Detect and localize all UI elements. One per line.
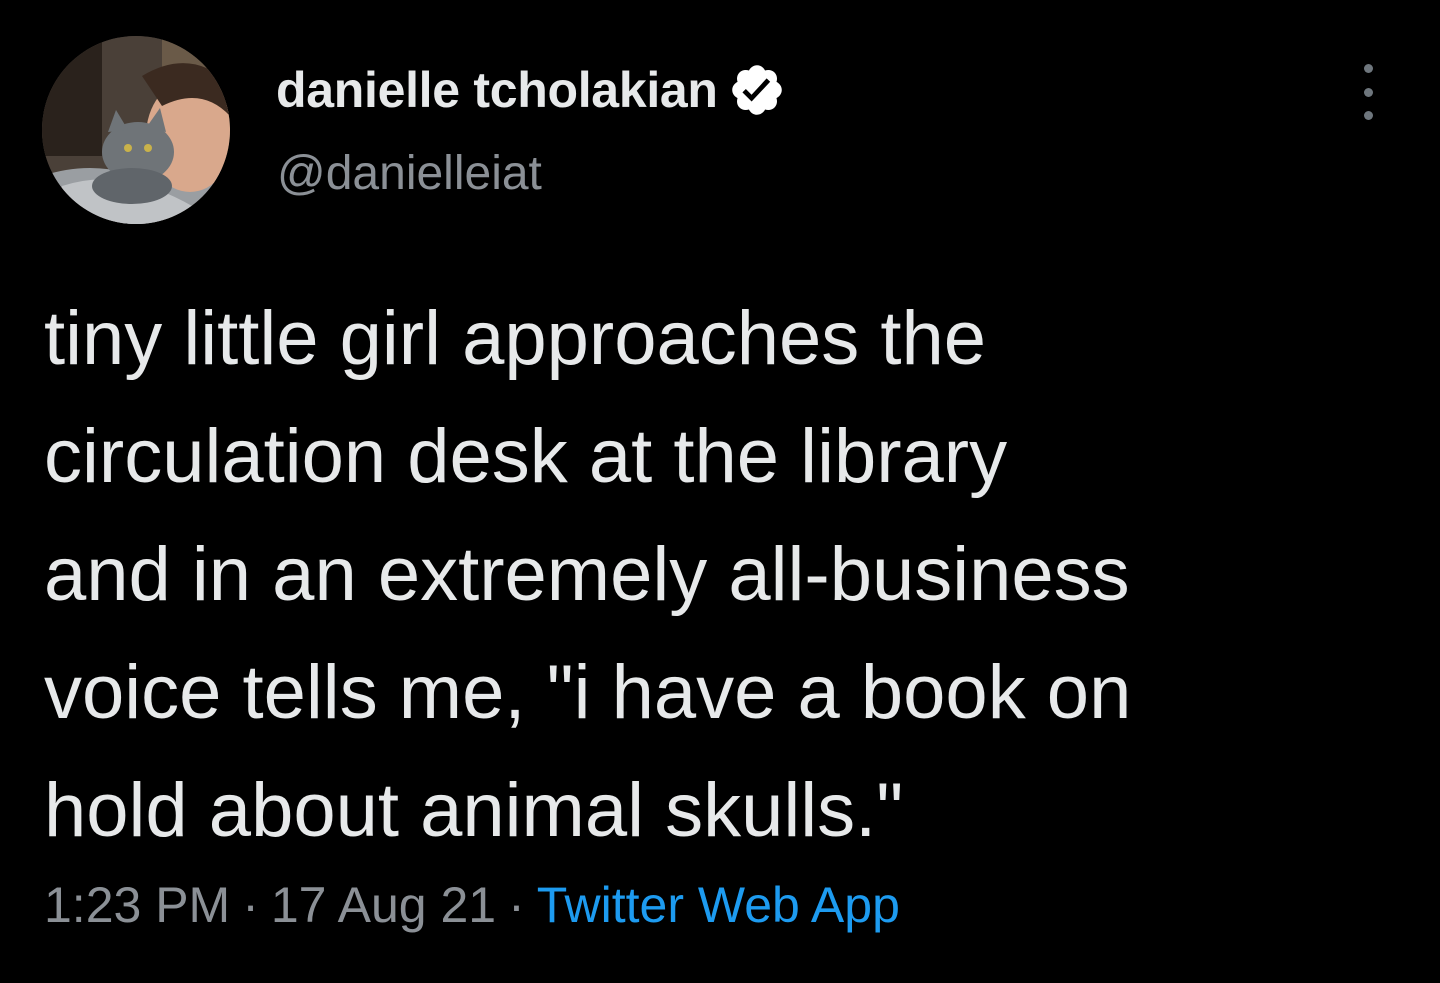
profile-photo-with-cat-icon [42, 36, 230, 224]
tweet-text-line: circulation desk at the library [44, 414, 1008, 499]
tweet-text-line: tiny little girl approaches the [44, 296, 987, 381]
tweet-date[interactable]: 17 Aug 21 [271, 877, 496, 933]
verified-badge-icon [731, 65, 782, 115]
tweet-text: tiny little girl approaches the circulat… [44, 280, 1424, 870]
more-dot [1363, 64, 1373, 73]
more-dot [1363, 111, 1373, 120]
tweet-time[interactable]: 1:23 PM [44, 877, 230, 933]
author-handle[interactable]: @danielleiat [277, 146, 542, 201]
tweet-text-line: and in an extremely all-business [44, 532, 1130, 617]
meta-separator: · [508, 877, 525, 933]
author-name-row: danielle tcholakian [276, 58, 786, 122]
more-dot [1363, 87, 1373, 97]
tweet-meta: 1:23 PM · 17 Aug 21 · Twitter Web App [44, 876, 900, 934]
avatar[interactable] [42, 36, 230, 224]
tweet-text-line: voice tells me, "i have a book on [44, 650, 1132, 735]
meta-separator: · [242, 877, 259, 933]
tweet: danielle tcholakian @danielleiat tiny li… [0, 0, 1440, 983]
tweet-text-line: hold about animal skulls." [44, 768, 904, 853]
more-vertical-icon[interactable] [1348, 64, 1388, 120]
author-display-name[interactable]: danielle tcholakian [276, 61, 718, 119]
tweet-source-link[interactable]: Twitter Web App [537, 877, 900, 933]
